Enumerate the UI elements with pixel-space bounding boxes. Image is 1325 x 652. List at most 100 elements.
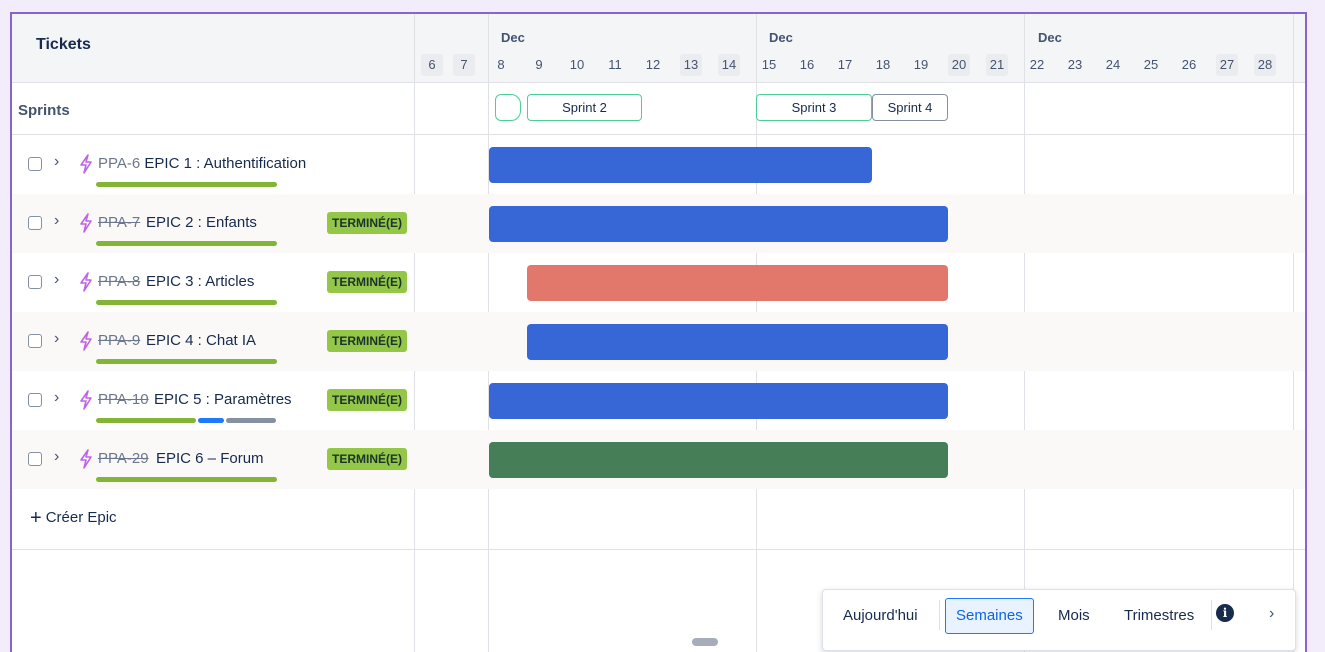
sprint-4-chip[interactable]: Sprint 4 xyxy=(872,94,948,121)
status-badge: TERMINÉ(E) xyxy=(327,271,407,293)
day-label: 7 xyxy=(453,54,475,76)
day-label: 24 xyxy=(1105,57,1121,72)
create-epic-label: Créer Epic xyxy=(45,509,117,526)
day-label: 9 xyxy=(535,57,543,72)
status-badge: TERMINÉ(E) xyxy=(327,330,407,352)
horizontal-scrollbar[interactable] xyxy=(692,638,718,646)
day-label: 14 xyxy=(718,54,740,76)
quarters-button[interactable]: Trimestres xyxy=(1114,598,1204,634)
progress-done-segment xyxy=(96,418,196,423)
day-label: 6 xyxy=(421,54,443,76)
day-label: 8 xyxy=(497,57,505,72)
toolbar-divider xyxy=(939,600,940,630)
day-label: 21 xyxy=(986,54,1008,76)
row-checkbox[interactable] xyxy=(28,216,42,230)
lightning-icon xyxy=(80,154,92,174)
plus-icon: + xyxy=(30,507,42,529)
lightning-icon xyxy=(80,331,92,351)
progress-done-segment xyxy=(96,477,277,482)
status-badge: TERMINÉ(E) xyxy=(327,448,407,470)
day-label: 17 xyxy=(837,57,853,72)
sprint-2-chip[interactable]: Sprint 2 xyxy=(527,94,642,121)
epic-title: EPIC 4 : Chat IA xyxy=(146,332,257,349)
epic-3-timeline-bar[interactable] xyxy=(527,265,948,301)
day-label: 25 xyxy=(1143,57,1159,72)
day-label: 28 xyxy=(1254,54,1276,76)
status-badge: TERMINÉ(E) xyxy=(327,212,407,234)
row-checkbox[interactable] xyxy=(28,275,42,289)
create-epic-button[interactable]: + Créer Epic xyxy=(30,507,117,530)
sprint-1-chip[interactable] xyxy=(495,94,521,121)
epic-title: EPIC 2 : Enfants xyxy=(146,214,257,231)
progress-done-segment xyxy=(96,241,277,246)
epic-key-text: PPA-6 xyxy=(98,155,141,172)
epic-5-timeline-bar[interactable] xyxy=(489,383,948,419)
epic-key-text: PPA-9 xyxy=(98,332,141,349)
day-label: 15 xyxy=(761,57,777,72)
month-label: Dec xyxy=(769,30,793,45)
progress-todo-segment xyxy=(226,418,276,423)
row-checkbox[interactable] xyxy=(28,393,42,407)
chevron-right-icon[interactable]: › xyxy=(1269,605,1274,623)
chevron-right-icon[interactable]: › xyxy=(54,330,59,348)
epic-key[interactable]: PPA-9 xyxy=(98,332,140,349)
epic-4-timeline-bar[interactable] xyxy=(527,324,948,360)
epic-key[interactable]: PPA-6 EPIC 1 : Authentification xyxy=(98,155,306,172)
epic-title: EPIC 6 – Forum xyxy=(156,450,264,467)
progress-in-progress-segment xyxy=(198,418,224,423)
epic-key[interactable]: PPA-7 xyxy=(98,214,140,231)
today-button[interactable]: Aujourd'hui xyxy=(833,598,928,634)
day-label: 16 xyxy=(799,57,815,72)
month-label: Dec xyxy=(1038,30,1062,45)
day-label: 10 xyxy=(569,57,585,72)
info-icon[interactable]: i xyxy=(1216,604,1234,622)
months-button[interactable]: Mois xyxy=(1048,598,1100,634)
chevron-right-icon[interactable]: › xyxy=(54,448,59,466)
chevron-right-icon[interactable]: › xyxy=(54,153,59,171)
row-checkbox[interactable] xyxy=(28,452,42,466)
day-label: 23 xyxy=(1067,57,1083,72)
chevron-right-icon[interactable]: › xyxy=(54,271,59,289)
sprint-3-chip[interactable]: Sprint 3 xyxy=(756,94,872,121)
lightning-icon xyxy=(80,213,92,233)
chevron-right-icon[interactable]: › xyxy=(54,389,59,407)
day-label: 11 xyxy=(608,57,622,72)
epic-2-timeline-bar[interactable] xyxy=(489,206,948,242)
day-label: 20 xyxy=(948,54,970,76)
progress-done-segment xyxy=(96,300,277,305)
weeks-button[interactable]: Semaines xyxy=(945,598,1034,634)
epic-key-text: PPA-10 xyxy=(98,391,149,408)
day-label: 18 xyxy=(875,57,891,72)
epic-title: EPIC 3 : Articles xyxy=(146,273,255,290)
status-badge: TERMINÉ(E) xyxy=(327,389,407,411)
epic-key-text: PPA-8 xyxy=(98,273,141,290)
roadmap-frame: Tickets Dec Dec Dec 6 7 8 9 10 11 12 13 … xyxy=(10,12,1307,652)
row-divider xyxy=(12,549,1305,550)
lightning-icon xyxy=(80,390,92,410)
day-label: 12 xyxy=(645,57,661,72)
epic-key[interactable]: PPA-29 xyxy=(98,450,149,467)
chevron-right-icon[interactable]: › xyxy=(54,212,59,230)
month-label: Dec xyxy=(501,30,525,45)
epic-title: EPIC 1 : Authentification xyxy=(144,155,307,172)
toolbar-divider xyxy=(1211,600,1212,630)
progress-done-segment xyxy=(96,359,277,364)
epic-1-timeline-bar[interactable] xyxy=(489,147,872,183)
row-checkbox[interactable] xyxy=(28,157,42,171)
epic-key-text: PPA-7 xyxy=(98,214,141,231)
progress-done-segment xyxy=(96,182,277,187)
lightning-icon xyxy=(80,449,92,469)
sprints-row-label: Sprints xyxy=(18,102,70,119)
day-label: 22 xyxy=(1029,57,1045,72)
lightning-icon xyxy=(80,272,92,292)
epic-key[interactable]: PPA-10 xyxy=(98,391,149,408)
tickets-column-title: Tickets xyxy=(36,36,91,53)
row-checkbox[interactable] xyxy=(28,334,42,348)
day-label: 26 xyxy=(1181,57,1197,72)
epic-title: EPIC 5 : Paramètres xyxy=(154,391,292,408)
day-label: 13 xyxy=(680,54,702,76)
epic-key[interactable]: PPA-8 xyxy=(98,273,140,290)
day-label: 27 xyxy=(1216,54,1238,76)
epic-key-text: PPA-29 xyxy=(98,450,149,467)
epic-6-timeline-bar[interactable] xyxy=(489,442,948,478)
